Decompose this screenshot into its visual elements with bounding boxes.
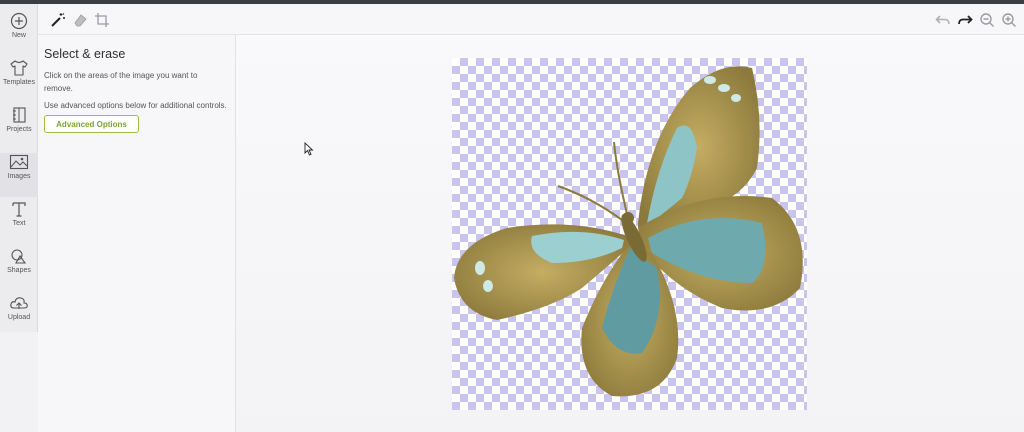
panel-instruction: Click on the areas of the image you want… <box>44 71 198 93</box>
zoom-in-button[interactable] <box>1000 11 1018 29</box>
magic-wand-tool-button[interactable] <box>49 11 67 29</box>
eraser-icon <box>74 14 87 27</box>
advanced-options-button[interactable]: Advanced Options <box>44 115 139 133</box>
rail-item-label: Shapes <box>7 267 31 274</box>
mouse-pointer-icon <box>304 142 314 156</box>
zoom-in-icon <box>1002 13 1016 27</box>
panel-advanced-hint: Use advanced options below for additiona… <box>44 101 227 110</box>
tshirt-icon <box>10 60 28 76</box>
rail-item-projects[interactable]: Projects <box>0 106 38 150</box>
shapes-icon <box>11 249 27 264</box>
rail-item-label: Upload <box>7 314 31 321</box>
crop-tool-button[interactable] <box>93 11 111 29</box>
notebook-icon <box>13 107 26 123</box>
zoom-out-button[interactable] <box>978 11 996 29</box>
redo-button[interactable] <box>956 11 974 29</box>
rail-item-new[interactable]: New <box>0 12 38 56</box>
redo-icon <box>958 15 973 25</box>
rail-item-templates[interactable]: Templates <box>0 59 38 103</box>
eraser-tool-button[interactable] <box>71 11 89 29</box>
rail-item-label: Templates <box>3 79 35 86</box>
cloud-upload-icon <box>10 297 28 309</box>
rail-item-label: Projects <box>6 126 32 133</box>
undo-button[interactable] <box>934 11 952 29</box>
undo-icon <box>935 15 950 25</box>
image-icon <box>9 154 29 170</box>
zoom-out-icon <box>980 13 994 27</box>
crop-icon <box>95 13 109 27</box>
editor-toolbar <box>38 4 1024 35</box>
rail-footer <box>0 332 38 432</box>
rail-item-text[interactable]: Text <box>0 200 38 244</box>
butterfly-image[interactable] <box>452 58 807 410</box>
rail-item-label: Text <box>12 220 26 227</box>
rail-item-images[interactable]: Images <box>0 153 38 197</box>
rail-item-label: Images <box>7 173 31 180</box>
rail-item-label: New <box>11 32 26 39</box>
select-erase-panel: Select & erase Click on the areas of the… <box>38 35 236 432</box>
image-canvas-area[interactable] <box>236 35 1024 432</box>
transparency-canvas[interactable] <box>452 58 807 410</box>
text-t-icon <box>12 202 26 217</box>
panel-title: Select & erase <box>44 47 126 61</box>
plus-circle-icon <box>10 12 28 30</box>
rail-item-shapes[interactable]: Shapes <box>0 247 38 291</box>
left-rail: New Templates Projects Images Text Shape… <box>0 4 38 432</box>
magic-wand-icon <box>51 13 65 27</box>
